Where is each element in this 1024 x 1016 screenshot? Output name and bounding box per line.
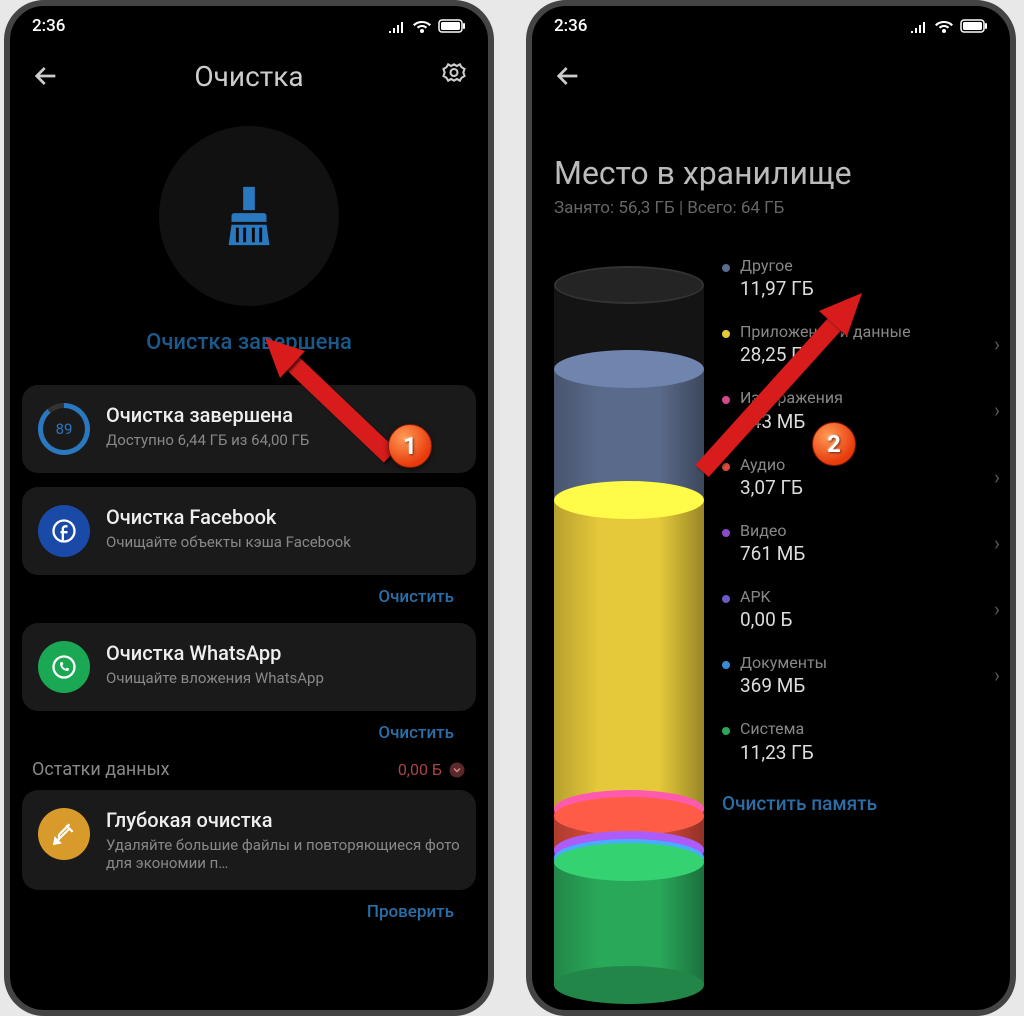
status-bar: 2:36 [532,6,1010,46]
chevron-right-icon: › [994,332,1000,356]
legend-value: 761 МБ [740,542,996,565]
annotation-badge-2: 2 [812,422,856,466]
chevron-down-icon [448,761,466,779]
card-title: Очистка WhatsApp [106,641,460,665]
card-title: Глубокая очистка [106,808,460,832]
storage-cylinder-chart [554,266,704,966]
cleanup-status-text: Очистка завершена [10,330,488,355]
wifi-icon [934,19,954,33]
legend-item[interactable]: Аудио3,07 ГБ› [722,455,996,499]
legend-dot-icon [722,595,730,603]
status-bar: 2:36 [10,6,488,46]
header [532,46,1010,106]
page-subtitle: Занято: 56,3 ГБ | Всего: 64 ГБ [532,198,1010,218]
card-title: Очистка Facebook [106,505,460,529]
clean-button[interactable]: Очистить [378,587,454,607]
status-icons [910,19,988,33]
legend-value: 0,00 Б [740,608,996,631]
legend-item[interactable]: Документы369 МБ› [722,653,996,697]
card-sub: Очищайте вложения WhatsApp [106,669,460,687]
wifi-icon [412,19,432,33]
phone-screen-storage: 2:36 Место в хранилище Занято: 56,3 ГБ |… [526,0,1016,1016]
check-button[interactable]: Проверить [367,902,454,922]
legend-value: 369 МБ [740,674,996,697]
legend-item: Система 11,23 ГБ [722,719,996,763]
header: Очистка [10,46,488,106]
progress-ring-icon: 89 [38,403,90,455]
card-sub: Очищайте объекты кэша Facebook [106,533,460,551]
storage-legend: Другое 11,97 ГБ Приложения и данные 28,25 Г… [722,256,996,966]
storage-breakdown: Другое 11,97 ГБ Приложения и данные 28,25 Г… [532,218,1010,966]
card-deep-clean[interactable]: Глубокая очистка Удаляйте большие файлы … [22,790,476,890]
legend-dot-icon [722,396,730,404]
page-title: Место в хранилище [532,106,1010,198]
signal-icon [910,19,928,33]
legend-label: Другое [740,256,996,275]
legend-dot-icon [722,264,730,272]
legend-label: Документы [740,653,996,672]
legend-label: Видео [740,521,996,540]
whatsapp-icon [38,641,90,693]
phone-screen-cleaner: 2:36 Очистка Очистка завершена 89 Очистк… [4,0,494,1016]
legend-item[interactable]: APK0,00 Б› [722,587,996,631]
legend-value: 11,23 ГБ [740,741,996,764]
legend-dot-icon [722,330,730,338]
clear-memory-button[interactable]: Очистить память [722,792,996,816]
chevron-right-icon: › [994,465,1000,489]
settings-icon[interactable] [440,62,468,90]
leftover-label: Остатки данных [32,759,170,780]
chevron-right-icon: › [994,663,1000,687]
cleanup-hero [159,126,339,306]
status-time: 2:36 [554,16,587,36]
status-time: 2:36 [32,16,65,36]
legend-item[interactable]: Изображения643 МБ› [722,388,996,432]
legend-value: 28,25 ГБ [740,343,996,366]
brush-icon [214,181,284,251]
legend-value: 3,07 ГБ [740,476,996,499]
card-whatsapp[interactable]: Очистка WhatsApp Очищайте вложения Whats… [22,623,476,711]
chevron-right-icon: › [994,597,1000,621]
legend-label: Приложения и данные [740,322,996,341]
legend-label: Изображения [740,388,996,407]
legend-item[interactable]: Видео761 МБ› [722,521,996,565]
legend-label: Аудио [740,455,996,474]
back-icon[interactable] [30,60,62,92]
battery-icon [960,19,988,33]
card-facebook[interactable]: Очистка Facebook Очищайте объекты кэша F… [22,487,476,575]
legend-label: Система [740,719,996,738]
facebook-icon [38,505,90,557]
legend-dot-icon [722,463,730,471]
leftover-data-row[interactable]: Остатки данных 0,00 Б [10,759,488,790]
legend-label: APK [740,587,996,606]
annotation-badge-1: 1 [388,424,432,468]
signal-icon [388,19,406,33]
battery-icon [438,19,466,33]
legend-dot-icon [722,661,730,669]
page-title: Очистка [194,60,303,93]
chevron-right-icon: › [994,531,1000,555]
legend-dot-icon [722,727,730,735]
back-icon[interactable] [552,60,584,92]
legend-item: Другое 11,97 ГБ [722,256,996,300]
legend-dot-icon [722,529,730,537]
legend-item[interactable]: Приложения и данные28,25 ГБ› [722,322,996,366]
chevron-right-icon: › [994,398,1000,422]
card-sub: Удаляйте большие файлы и повторяющиеся ф… [106,836,460,872]
clean-button[interactable]: Очистить [378,723,454,743]
legend-value: 11,97 ГБ [740,277,996,300]
leftover-value: 0,00 Б [398,760,442,779]
shovel-icon [38,808,90,860]
status-icons [388,19,466,33]
legend-value: 643 МБ [740,410,996,433]
